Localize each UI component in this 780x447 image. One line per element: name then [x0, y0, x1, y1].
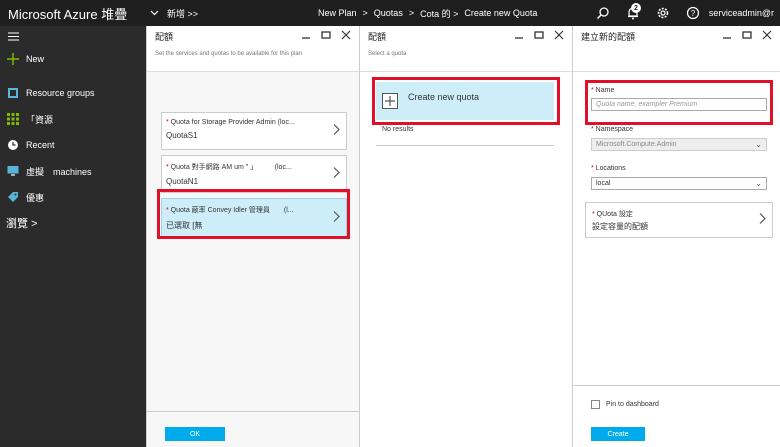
blade-controls — [720, 29, 774, 41]
brand-title[interactable]: Microsoft Azure 堆疊 — [0, 4, 145, 23]
quota-settings-value: 設定容量的配額 — [592, 222, 648, 231]
notifications-bell-icon[interactable]: 2 — [618, 0, 648, 26]
sidebar-item-label: 「資源 — [26, 114, 54, 125]
resource-groups-icon — [6, 86, 20, 100]
blade-footer: OK — [147, 411, 359, 447]
locations-select[interactable]: local ⌄ — [591, 177, 767, 190]
sidebar-item-label: Resource groups — [26, 88, 95, 98]
no-results-text: No results — [382, 126, 414, 133]
locations-label: * Locations — [591, 165, 626, 172]
sidebar-item-label: 優惠 — [26, 192, 45, 203]
breadcrumb-create-quota[interactable]: Create new Quota — [464, 8, 537, 18]
blade-footer: Pin to dashboard Create — [573, 385, 780, 447]
hamburger-menu-icon[interactable] — [0, 26, 146, 46]
blade-body: Create new quota No results — [360, 72, 572, 447]
notification-count-badge: 2 — [631, 3, 641, 13]
sidebar-item-recent[interactable]: Recent — [0, 132, 146, 158]
pin-label: Pin to dashboard — [606, 401, 659, 408]
browse-more-link[interactable]: 瀏覽 > — [0, 210, 146, 236]
quotas-blade: 配額 Set the services and quotas to be ava… — [146, 26, 359, 447]
maximize-icon[interactable] — [532, 29, 546, 41]
grid-icon — [6, 112, 20, 126]
ok-button[interactable]: OK — [165, 427, 225, 441]
pin-to-dashboard[interactable]: Pin to dashboard — [591, 400, 659, 409]
maximize-icon[interactable] — [319, 29, 333, 41]
chevron-down-icon: ⌄ — [755, 140, 762, 149]
chevron-down-icon[interactable] — [145, 8, 163, 19]
close-icon[interactable] — [552, 29, 566, 41]
highlight-box — [585, 80, 773, 125]
help-icon[interactable]: ? — [678, 0, 708, 26]
chevron-right-icon — [333, 124, 340, 139]
top-icons: 2 ? — [588, 0, 708, 26]
namespace-select[interactable]: Microsoft.Compute.Admin ⌄ — [591, 138, 767, 151]
sidebar-item-resource-groups[interactable]: Resource groups — [0, 80, 146, 106]
close-icon[interactable] — [339, 29, 353, 41]
breadcrumb-quotas[interactable]: Quotas — [374, 8, 403, 18]
maximize-icon[interactable] — [740, 29, 754, 41]
blade-body: * Quota for Storage Provider Admin (loc.… — [147, 72, 359, 447]
quota-card-title: Quota 對手網路 AM um " 」 (loc... — [170, 164, 292, 171]
divider — [376, 145, 554, 146]
blade-subtitle: Select a quota — [368, 51, 407, 57]
quota-card-network[interactable]: * Quota 對手網路 AM um " 」 (loc... QuotaN1 — [161, 155, 347, 193]
breadcrumb-quota[interactable]: Cota 的 > — [420, 7, 458, 20]
sidebar: New Resource groups 「資源 Recent 虛擬 machin… — [0, 26, 146, 447]
quota-card-title: Quota for Storage Provider Admin (loc... — [170, 119, 295, 126]
sidebar-item-label: 虛擬 machines — [26, 166, 92, 177]
blade-header: 配額 Set the services and quotas to be ava… — [147, 26, 359, 72]
create-button[interactable]: Create — [591, 427, 645, 441]
namespace-value: Microsoft.Compute.Admin — [596, 141, 677, 148]
quota-settings-label: QUota 設定 — [596, 211, 633, 218]
quota-card-value: QuotaS1 — [166, 131, 198, 140]
sidebar-item-offers[interactable]: 優惠 — [0, 184, 146, 210]
sidebar-item-resources[interactable]: 「資源 — [0, 106, 146, 132]
blade-header: 配額 Select a quota — [360, 26, 572, 72]
monitor-icon — [6, 164, 20, 178]
breadcrumb-new[interactable]: 新增 >> — [167, 7, 198, 20]
blade-header: 建立新的配額 — [573, 26, 780, 72]
minimize-icon[interactable] — [720, 29, 734, 41]
gear-icon[interactable] — [648, 0, 678, 26]
tag-icon — [6, 190, 20, 204]
breadcrumb: New Plan > Quotas > Cota 的 > Create new … — [318, 0, 543, 26]
chevron-right-icon — [759, 213, 766, 228]
blade-subtitle: Set the services and quotas to be availa… — [155, 51, 303, 57]
sidebar-item-label: Recent — [26, 140, 55, 150]
chevron-down-icon: ⌄ — [755, 179, 762, 188]
svg-text:?: ? — [691, 9, 696, 18]
sidebar-item-virtual-machines[interactable]: 虛擬 machines — [0, 158, 146, 184]
create-quota-blade: 建立新的配額 * Name Quota name, exampler Premi… — [572, 26, 780, 447]
quota-card-value: QuotaN1 — [166, 177, 199, 186]
blade-controls — [512, 29, 566, 41]
blade-controls — [299, 29, 353, 41]
pin-checkbox[interactable] — [591, 400, 600, 409]
chevron-right-icon — [333, 167, 340, 182]
quota-card-storage[interactable]: * Quota for Storage Provider Admin (loc.… — [161, 112, 347, 150]
namespace-label: * Namespace — [591, 126, 634, 133]
top-bar: Microsoft Azure 堆疊 新增 >> New Plan > Quot… — [0, 0, 780, 26]
search-icon[interactable] — [588, 0, 618, 26]
highlight-box — [157, 189, 350, 239]
locations-value: local — [596, 180, 611, 187]
breadcrumb-new-plan[interactable]: New Plan — [318, 8, 357, 18]
breadcrumb-separator: > — [408, 8, 415, 18]
user-account[interactable]: serviceadmin@r — [709, 0, 774, 26]
quota-settings-card[interactable]: * QUota 設定 設定容量的配額 — [585, 202, 773, 238]
breadcrumb-separator: > — [362, 8, 368, 18]
select-quota-blade: 配額 Select a quota Create new quota No re… — [359, 26, 572, 447]
plus-icon — [6, 52, 20, 66]
minimize-icon[interactable] — [299, 29, 313, 41]
sidebar-item-new[interactable]: New — [0, 46, 146, 72]
minimize-icon[interactable] — [512, 29, 526, 41]
close-icon[interactable] — [760, 29, 774, 41]
clock-icon — [6, 138, 20, 152]
sidebar-item-label: New — [26, 54, 45, 64]
highlight-box — [372, 77, 560, 125]
